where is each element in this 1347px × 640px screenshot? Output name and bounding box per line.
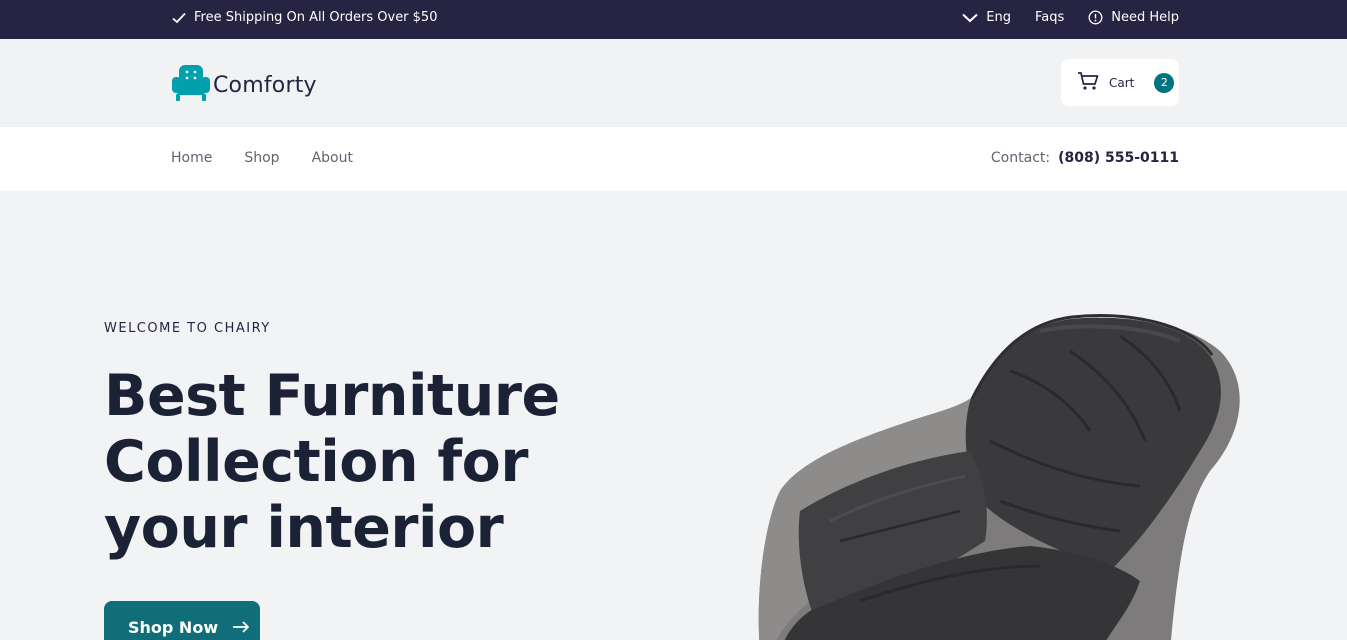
hero-eyebrow: WELCOME TO CHAIRY bbox=[104, 321, 271, 336]
chevron-down-icon bbox=[962, 13, 978, 23]
brand-logo[interactable]: Comforty bbox=[171, 64, 317, 106]
main-nav: Home Shop About bbox=[171, 150, 353, 166]
hero-section: WELCOME TO CHAIRY Best Furniture Collect… bbox=[0, 191, 1347, 640]
brand-name: Comforty bbox=[213, 72, 317, 98]
need-help-label: Need Help bbox=[1111, 10, 1179, 25]
cart-icon bbox=[1077, 71, 1099, 95]
announcement-bar: Free Shipping On All Orders Over $50 Eng… bbox=[0, 0, 1347, 39]
arrow-right-icon bbox=[232, 618, 250, 637]
check-icon bbox=[172, 12, 186, 24]
free-shipping-text: Free Shipping On All Orders Over $50 bbox=[194, 10, 438, 25]
language-selector[interactable]: Eng bbox=[962, 10, 1011, 25]
faqs-label: Faqs bbox=[1034, 10, 1065, 25]
cart-label: Cart bbox=[1109, 75, 1135, 90]
sofa-logo-icon bbox=[171, 64, 211, 106]
need-help-link[interactable]: Need Help bbox=[1088, 10, 1179, 25]
nav-shop[interactable]: Shop bbox=[244, 150, 279, 166]
nav-bar: Home Shop About Contact: (808) 555-0111 bbox=[0, 127, 1347, 191]
cart-count-badge: 2 bbox=[1154, 72, 1175, 93]
contact-label: Contact: bbox=[990, 150, 1051, 166]
faqs-link[interactable]: Faqs bbox=[1035, 10, 1064, 25]
main-header: Comforty Cart 2 bbox=[0, 39, 1347, 127]
shop-now-button[interactable]: Shop Now bbox=[104, 601, 260, 640]
nav-home[interactable]: Home bbox=[171, 150, 212, 166]
contact-info: Contact: (808) 555-0111 bbox=[991, 150, 1179, 166]
nav-about[interactable]: About bbox=[312, 150, 353, 166]
language-label: Eng bbox=[986, 10, 1011, 25]
free-shipping-notice: Free Shipping On All Orders Over $50 bbox=[172, 10, 437, 25]
contact-phone[interactable]: (808) 555-0111 bbox=[1058, 150, 1179, 166]
shop-now-label: Shop Now bbox=[128, 617, 219, 637]
hero-headline: Best Furniture Collection for your inter… bbox=[104, 363, 560, 561]
cart-button[interactable]: Cart 2 bbox=[1061, 59, 1179, 106]
info-icon bbox=[1088, 10, 1103, 25]
armchair-image bbox=[740, 311, 1260, 640]
